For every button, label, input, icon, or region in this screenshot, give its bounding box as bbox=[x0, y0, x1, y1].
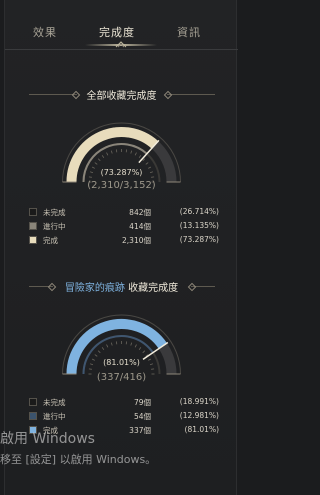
legend-swatch bbox=[29, 222, 37, 230]
legend-count: 337個 bbox=[129, 426, 151, 435]
tab-effects[interactable]: 效果 bbox=[33, 24, 57, 40]
legend-label: 完成 bbox=[43, 236, 58, 245]
legend-label: 未完成 bbox=[43, 398, 66, 407]
overall-percent: (73.287%) bbox=[100, 168, 143, 177]
legend-row-incomplete: 未完成 842個 (26.714%) bbox=[29, 206, 219, 218]
overall-gauge-tick bbox=[134, 152, 137, 156]
legend-count: 414個 bbox=[129, 222, 151, 231]
legend-percent: (81.01%) bbox=[184, 425, 219, 434]
adventurer-gauge-tick bbox=[142, 350, 146, 354]
tab-bar: 效果 完成度 資訊 bbox=[5, 0, 238, 50]
adventurer-count: (337/416) bbox=[96, 372, 147, 383]
legend-count: 79個 bbox=[133, 398, 151, 407]
legend-percent: (18.991%) bbox=[179, 397, 219, 406]
adventurer-gauge-tick bbox=[94, 354, 98, 357]
legend-row-in-progress: 進行中 54個 (12.981%) bbox=[29, 410, 219, 422]
adventurer-gauge bbox=[62, 314, 181, 375]
overall-gauge bbox=[62, 122, 181, 183]
legend-percent: (12.981%) bbox=[179, 411, 219, 420]
legend-percent: (26.714%) bbox=[179, 207, 219, 216]
adventurer-gauge-tick bbox=[130, 342, 133, 346]
legend-count: 2,310個 bbox=[122, 236, 151, 245]
tab-info[interactable]: 資訊 bbox=[177, 24, 201, 40]
adventurer-gauge-progress-ring bbox=[82, 335, 154, 375]
adventurer-title-highlight: 冒險家的痕跡 bbox=[64, 283, 125, 294]
legend-label: 進行中 bbox=[43, 412, 66, 421]
activation-watermark-title: 啟用 Windows bbox=[0, 431, 95, 447]
adventurer-gauge-tick bbox=[106, 344, 109, 348]
overall-gauge-tick bbox=[145, 162, 149, 165]
overall-gauge-tick bbox=[130, 150, 133, 154]
title-divider-right bbox=[191, 286, 215, 287]
legend-row-incomplete: 未完成 79個 (18.991%) bbox=[29, 396, 219, 408]
legend-label: 未完成 bbox=[43, 208, 66, 217]
activation-watermark-subtitle: 移至 [設定] 以啟用 Windows。 bbox=[0, 453, 157, 466]
legend-swatch bbox=[29, 412, 37, 420]
adventurer-gauge-tick bbox=[138, 347, 142, 350]
tab-indicator-icon bbox=[115, 41, 127, 48]
adventurer-gauge-tick bbox=[134, 344, 137, 348]
overall-gauge-tick bbox=[94, 162, 98, 165]
overall-gauge-tick bbox=[101, 155, 105, 158]
legend-count: 54個 bbox=[133, 412, 151, 421]
legend-percent: (73.287%) bbox=[179, 235, 219, 244]
adventurer-gauge-tick bbox=[110, 342, 113, 346]
tab-completion[interactable]: 完成度 bbox=[99, 24, 135, 40]
overall-gauge-tick bbox=[138, 155, 142, 158]
overall-gauge-tick bbox=[97, 158, 101, 162]
adventurer-gauge-tick bbox=[97, 350, 101, 354]
legend-count: 842個 bbox=[129, 208, 151, 217]
adventurer-gauge-tick bbox=[101, 347, 105, 350]
overall-gauge-tick bbox=[106, 152, 109, 156]
legend-swatch bbox=[29, 236, 37, 244]
title-divider-right bbox=[167, 94, 215, 95]
legend-percent: (13.135%) bbox=[179, 221, 219, 230]
overall-gauge-tick bbox=[110, 150, 113, 154]
legend-label: 進行中 bbox=[43, 222, 66, 231]
legend-swatch bbox=[29, 398, 37, 406]
overall-count: (2,310/3,152) bbox=[87, 180, 156, 191]
collection-panel: 效果 完成度 資訊 全部收藏完成度 (73.287%) (2,310/3,152… bbox=[4, 0, 238, 495]
legend-row-complete: 完成 2,310個 (73.287%) bbox=[29, 234, 219, 246]
legend-swatch bbox=[29, 208, 37, 216]
adventurer-title-rest: 收藏完成度 bbox=[124, 283, 179, 294]
adventurer-percent: (81.01%) bbox=[103, 358, 140, 367]
legend-row-in-progress: 進行中 414個 (13.135%) bbox=[29, 220, 219, 232]
